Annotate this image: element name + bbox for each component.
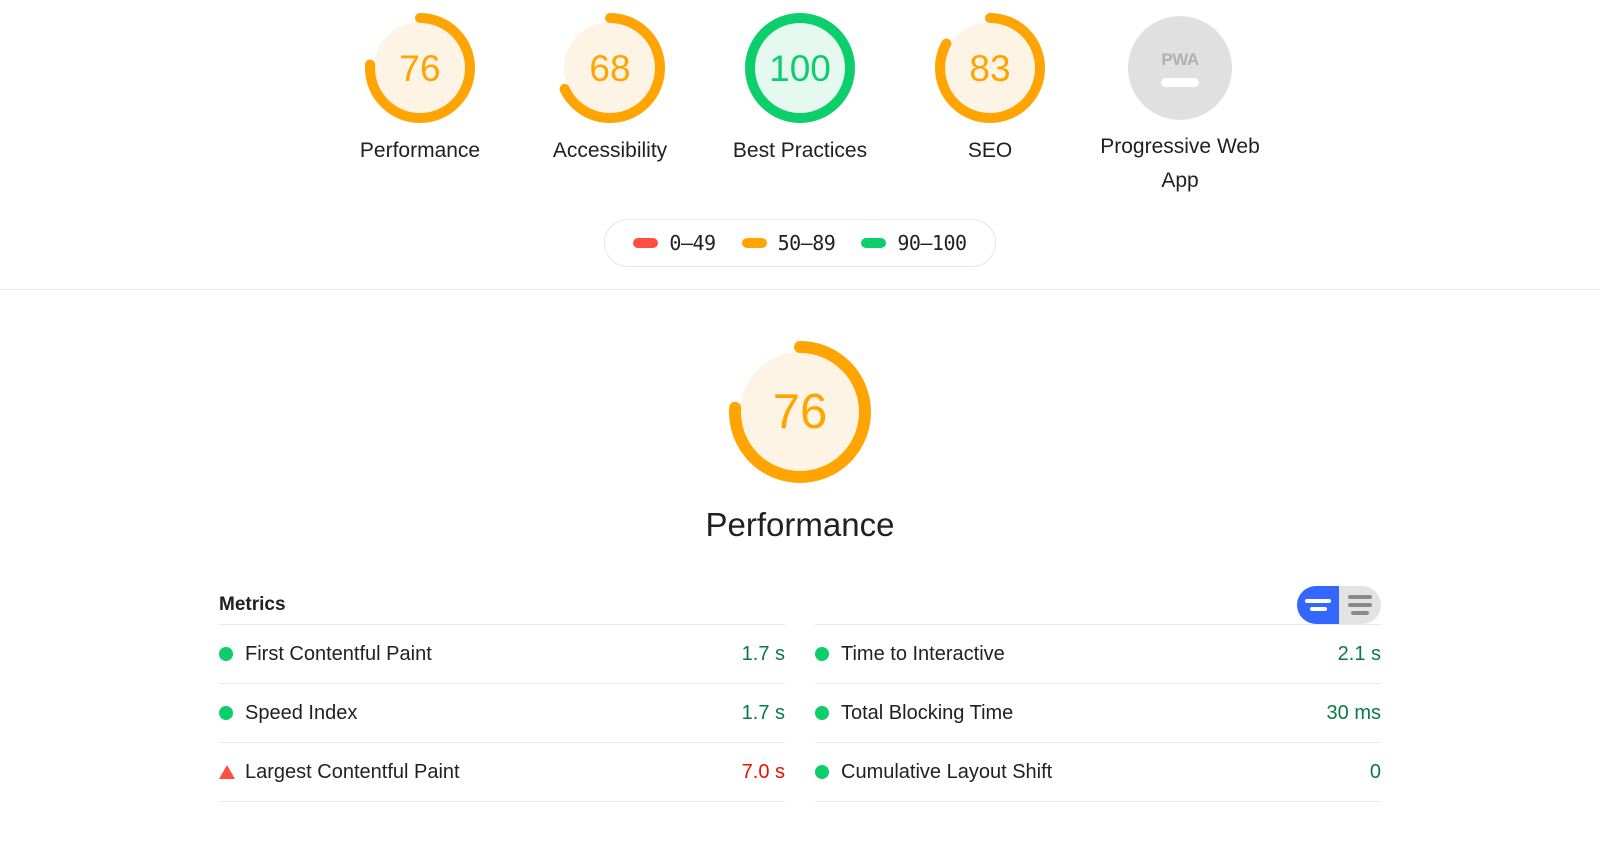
metric-circle-icon [219, 706, 233, 721]
toggle-lines-icon [1351, 611, 1369, 616]
score-gauge-dial: 83 [934, 12, 1046, 124]
metric-circle-icon [815, 765, 829, 780]
metric-status-icon [815, 647, 841, 662]
metric-name: Time to Interactive [841, 642, 1005, 665]
score-gauge-label: Performance [359, 139, 481, 162]
pwa-badge: PWA [1128, 16, 1232, 120]
score-gauge-dial: 100 [744, 12, 856, 124]
legend-pill-icon [633, 238, 659, 249]
category-gauge: 76 [728, 340, 872, 484]
toggle-lines-icon [1348, 595, 1372, 600]
metrics-view-toggle[interactable] [1297, 586, 1381, 625]
pwa-dash-icon [1161, 77, 1199, 87]
toggle-lines-icon [1348, 603, 1372, 608]
metric-status-icon [815, 765, 841, 780]
metric-row[interactable]: Time to Interactive 2.1 s [815, 625, 1381, 685]
metric-name: Total Blocking Time [841, 701, 1014, 724]
metric-status-icon [219, 706, 245, 721]
category-header[interactable]: 76 Performance [0, 340, 1600, 544]
legend-range-label: 0–49 [669, 231, 716, 256]
lighthouse-report: 76 Performance 68 Accessibility 100 Best… [0, 0, 1600, 856]
toggle-bar-icon [1305, 599, 1331, 604]
metrics-column-left: First Contentful Paint 1.7 s Speed Index… [219, 624, 785, 803]
metric-value: 30 ms [1326, 701, 1381, 724]
metric-status-icon [219, 765, 245, 780]
metric-status-icon [219, 647, 245, 662]
metric-status-icon [815, 706, 841, 721]
score-legend-row: 0–49 50–89 90–100 [0, 219, 1600, 268]
score-gauge-accessibility[interactable]: 68 Accessibility [515, 12, 705, 168]
legend-pill-icon [861, 238, 887, 249]
legend-range-label: 50–89 [777, 231, 836, 256]
pwa-label-icon: PWA [1161, 49, 1199, 69]
legend-item: 50–89 [741, 231, 836, 256]
legend-range-label: 90–100 [897, 231, 967, 256]
score-gauge-dial: 76 [364, 12, 476, 124]
legend-pill-icon [741, 238, 767, 249]
gauges-row: 76 Performance 68 Accessibility 100 Best… [0, 12, 1600, 197]
metric-name: Largest Contentful Paint [245, 760, 460, 783]
simple-view-toggle-button[interactable] [1297, 586, 1339, 625]
metric-row[interactable]: Total Blocking Time 30 ms [815, 684, 1381, 744]
metric-value: 1.7 s [741, 642, 785, 665]
metrics-title: Metrics [219, 594, 286, 616]
metric-name: First Contentful Paint [245, 642, 432, 665]
metric-value: 7.0 s [741, 760, 785, 783]
score-gauge-dial: 68 [554, 12, 666, 124]
scores-container: 76 Performance 68 Accessibility 100 Best… [0, 0, 1600, 291]
metric-value: 0 [1369, 760, 1381, 783]
score-gauge-label: SEO [967, 139, 1013, 162]
score-gauge-label: Accessibility [552, 139, 668, 162]
metrics-header: Metrics [219, 586, 1381, 625]
score-gauge-label: Best Practices [732, 139, 868, 162]
legend-item: 90–100 [861, 231, 967, 256]
metric-circle-icon [815, 706, 829, 721]
score-gauge-seo[interactable]: 83 SEO [895, 12, 1085, 168]
score-legend: 0–49 50–89 90–100 [604, 219, 996, 268]
category-performance: 76 Performance Metrics First Contentful … [0, 290, 1600, 803]
score-value: 100 [769, 47, 831, 89]
score-gauge-label: Progressive Web App [1100, 135, 1260, 192]
score-value: 83 [969, 47, 1011, 89]
toggle-bar-icon [1309, 607, 1327, 612]
metric-name: Cumulative Layout Shift [841, 760, 1053, 783]
expanded-view-toggle-button[interactable] [1339, 586, 1381, 625]
metric-row[interactable]: Speed Index 1.7 s [219, 684, 785, 744]
metric-circle-icon [219, 647, 233, 662]
metrics-column-right: Time to Interactive 2.1 s Total Blocking… [815, 624, 1381, 803]
score-value: 76 [399, 47, 441, 89]
score-value: 68 [589, 47, 631, 89]
metric-value: 1.7 s [741, 701, 785, 724]
metrics-columns: First Contentful Paint 1.7 s Speed Index… [219, 624, 1381, 803]
score-gauge-performance[interactable]: 76 Performance [325, 12, 515, 168]
category-score-value: 76 [772, 384, 828, 439]
metric-value: 2.1 s [1337, 642, 1381, 665]
metric-row[interactable]: First Contentful Paint 1.7 s [219, 625, 785, 685]
metric-row[interactable]: Cumulative Layout Shift 0 [815, 743, 1381, 803]
metrics-section: Metrics First Contentful Paint 1.7 s Spe… [219, 586, 1381, 803]
score-gauge-progressive-web-app[interactable]: PWA Progressive Web App [1085, 12, 1275, 197]
score-gauge-best-practices[interactable]: 100 Best Practices [705, 12, 895, 168]
metric-name: Speed Index [245, 701, 358, 724]
metric-row[interactable]: Largest Contentful Paint 7.0 s [219, 743, 785, 803]
metric-triangle-icon [219, 765, 235, 780]
legend-item: 0–49 [633, 231, 716, 256]
metric-circle-icon [815, 647, 829, 662]
page-title: Performance [705, 506, 895, 544]
